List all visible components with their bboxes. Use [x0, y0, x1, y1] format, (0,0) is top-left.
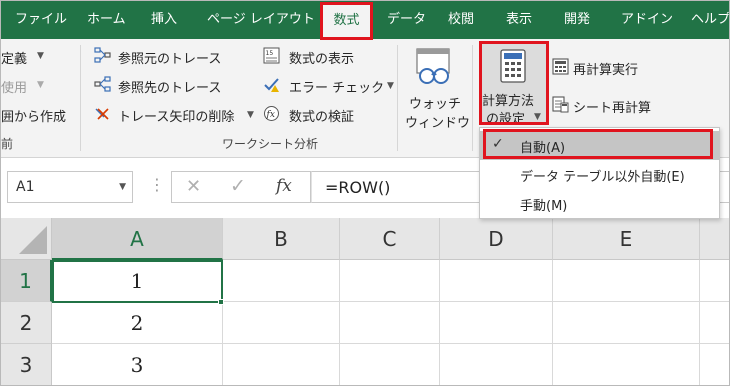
calculate-sheet-button[interactable]: シート再計算	[573, 97, 651, 116]
tab-home[interactable]: ホーム	[87, 1, 126, 39]
chevron-down-icon[interactable]: ▼	[119, 182, 126, 192]
name-box[interactable]: A1 ▼	[7, 171, 133, 203]
tab-review[interactable]: 校閲	[448, 1, 474, 39]
chevron-down-icon: ▼	[37, 80, 44, 90]
show-formulas-icon: 15	[263, 47, 280, 64]
cell-d2[interactable]	[440, 302, 553, 344]
trace-precedents-button[interactable]: 参照元のトレース	[118, 48, 221, 67]
select-all-triangle-icon	[19, 226, 47, 254]
cancel-icon[interactable]: ✕	[186, 176, 201, 197]
svg-text:fx: fx	[266, 110, 275, 120]
menu-item-automatic-except-tables[interactable]: データ テーブル以外自動(E)	[480, 160, 719, 189]
watch-window-icon	[416, 48, 450, 84]
vertical-dots-icon: ⋮	[149, 175, 165, 194]
cell-f3[interactable]	[700, 344, 729, 385]
trace-dependents-icon	[94, 76, 111, 92]
group-divider	[80, 45, 81, 151]
cell-d3[interactable]	[440, 344, 553, 385]
evaluate-formula-icon: fx	[264, 106, 279, 121]
tab-developer[interactable]: 開発	[564, 1, 590, 39]
column-header-a[interactable]: A	[52, 218, 223, 260]
column-header-e[interactable]: E	[553, 218, 700, 260]
excel-window: ファイル ホーム 挿入 ページ レイアウト 数式 データ 校閲 表示 開発 アド…	[0, 0, 730, 386]
row-header-1[interactable]: 1	[1, 260, 52, 302]
column-header-b[interactable]: B	[223, 218, 340, 260]
cell-c1[interactable]	[340, 260, 440, 302]
cell-d1[interactable]	[440, 260, 553, 302]
cell-e2[interactable]	[553, 302, 700, 344]
formula-text: =ROW()	[325, 178, 391, 197]
cell-e1[interactable]	[553, 260, 700, 302]
group-divider	[397, 45, 398, 151]
menu-item-manual-label: 手動(M)	[520, 199, 568, 214]
tab-data[interactable]: データ	[387, 1, 426, 39]
active-cell-border	[52, 260, 223, 303]
watch-window-button[interactable]: ウォッチ ウィンドウ	[403, 43, 471, 143]
enter-check-icon[interactable]: ✓	[230, 175, 246, 197]
tab-file[interactable]: ファイル	[15, 1, 67, 39]
use-in-formula-button[interactable]: 使用	[1, 77, 27, 96]
cell-b2[interactable]	[223, 302, 340, 344]
cell-e3[interactable]	[553, 344, 700, 385]
chevron-down-icon: ▼	[247, 110, 254, 120]
calculate-now-button[interactable]: 再計算実行	[573, 59, 638, 78]
error-checking-button[interactable]: エラー チェック	[289, 77, 384, 96]
remove-arrows-button[interactable]: トレース矢印の削除	[118, 106, 234, 125]
cell-b1[interactable]	[223, 260, 340, 302]
watch-window-label-1: ウォッチ	[409, 97, 462, 112]
remove-arrows-icon	[95, 108, 109, 120]
defined-names-group-label: 前	[1, 137, 14, 151]
error-checking-icon	[264, 78, 279, 92]
formula-auditing-group-label: ワークシート分析	[222, 137, 319, 151]
highlight-box-calculation-options	[479, 41, 549, 125]
formula-buttons: ✕ ✓ fx	[171, 171, 311, 203]
group-divider	[472, 45, 473, 151]
trace-dependents-button[interactable]: 参照先のトレース	[118, 77, 221, 96]
row-header-3[interactable]: 3	[1, 344, 52, 385]
create-from-selection-button[interactable]: 囲から作成	[1, 106, 66, 125]
menu-item-manual[interactable]: 手動(M)	[480, 189, 719, 218]
highlight-box-automatic	[483, 129, 713, 159]
insert-function-icon[interactable]: fx	[276, 176, 292, 196]
row-header-2[interactable]: 2	[1, 302, 52, 344]
cell-c2[interactable]	[340, 302, 440, 344]
name-box-value: A1	[16, 179, 35, 195]
cell-c3[interactable]	[340, 344, 440, 385]
tab-page-layout[interactable]: ページ レイアウト	[207, 1, 315, 39]
column-header-c[interactable]: C	[340, 218, 440, 260]
cell-a3[interactable]: 3	[52, 344, 223, 385]
menu-item-automatic-except-tables-label: データ テーブル以外自動(E)	[520, 170, 685, 185]
calculate-now-icon	[552, 58, 569, 75]
cell-b3[interactable]	[223, 344, 340, 385]
evaluate-formula-button[interactable]: 数式の検証	[289, 106, 354, 125]
chevron-down-icon: ▼	[37, 51, 44, 61]
define-name-button[interactable]: 定義	[1, 48, 27, 67]
svg-text:15: 15	[266, 50, 274, 57]
worksheet-grid[interactable]: A B C D E 1 2 3 1 2 3	[1, 218, 729, 385]
column-header-d[interactable]: D	[440, 218, 553, 260]
show-formulas-button[interactable]: 数式の表示	[289, 48, 354, 67]
tab-addins[interactable]: アドイン	[621, 1, 673, 39]
cell-f2[interactable]	[700, 302, 729, 344]
fill-handle[interactable]	[218, 299, 224, 305]
column-header-f-partial[interactable]	[700, 218, 729, 260]
highlight-box-formulas-tab	[320, 2, 373, 40]
cell-a2[interactable]: 2	[52, 302, 223, 344]
cell-f1[interactable]	[700, 260, 729, 302]
chevron-down-icon: ▼	[387, 81, 394, 91]
watch-window-label-2: ウィンドウ	[405, 116, 471, 131]
select-all-corner[interactable]	[1, 218, 52, 260]
calculate-sheet-icon	[552, 96, 569, 113]
tab-insert[interactable]: 挿入	[151, 1, 177, 39]
tab-help[interactable]: ヘルプ	[691, 1, 729, 39]
tab-view[interactable]: 表示	[506, 1, 532, 39]
trace-precedents-icon	[94, 47, 111, 63]
